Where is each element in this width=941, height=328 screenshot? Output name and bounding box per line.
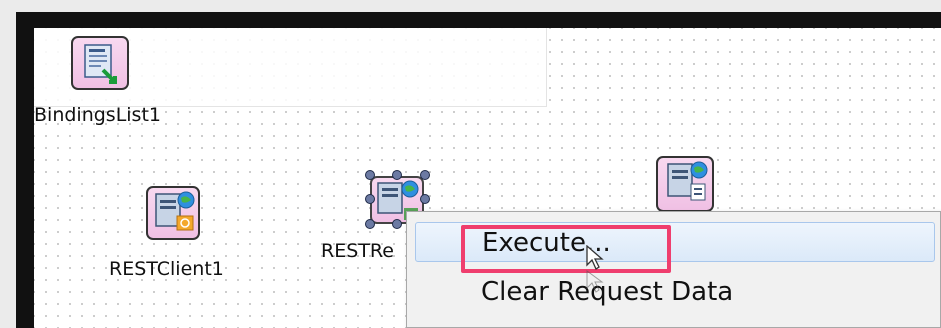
cursor-ghost-icon	[586, 270, 604, 293]
selection-handle[interactable]	[365, 170, 375, 180]
rest-request-label: RESTRe	[321, 240, 394, 262]
mouse-cursor-icon	[586, 245, 604, 270]
selection-handle[interactable]	[365, 194, 375, 204]
selection-handle[interactable]	[420, 194, 430, 204]
menu-item-clear-request-data[interactable]: Clear Request Data	[415, 272, 935, 312]
bindings-list-label: BindingsList1	[34, 104, 161, 126]
rest-client-icon	[146, 186, 200, 240]
selection-handle[interactable]	[420, 170, 430, 180]
selection-handle[interactable]	[392, 219, 402, 229]
highlight-annotation	[461, 225, 671, 273]
bindings-list-icon	[71, 36, 129, 90]
selection-handle[interactable]	[365, 219, 375, 229]
rest-response-icon	[656, 156, 714, 212]
selection-handle[interactable]	[392, 170, 402, 180]
rest-client-label: RESTClient1	[109, 258, 224, 280]
